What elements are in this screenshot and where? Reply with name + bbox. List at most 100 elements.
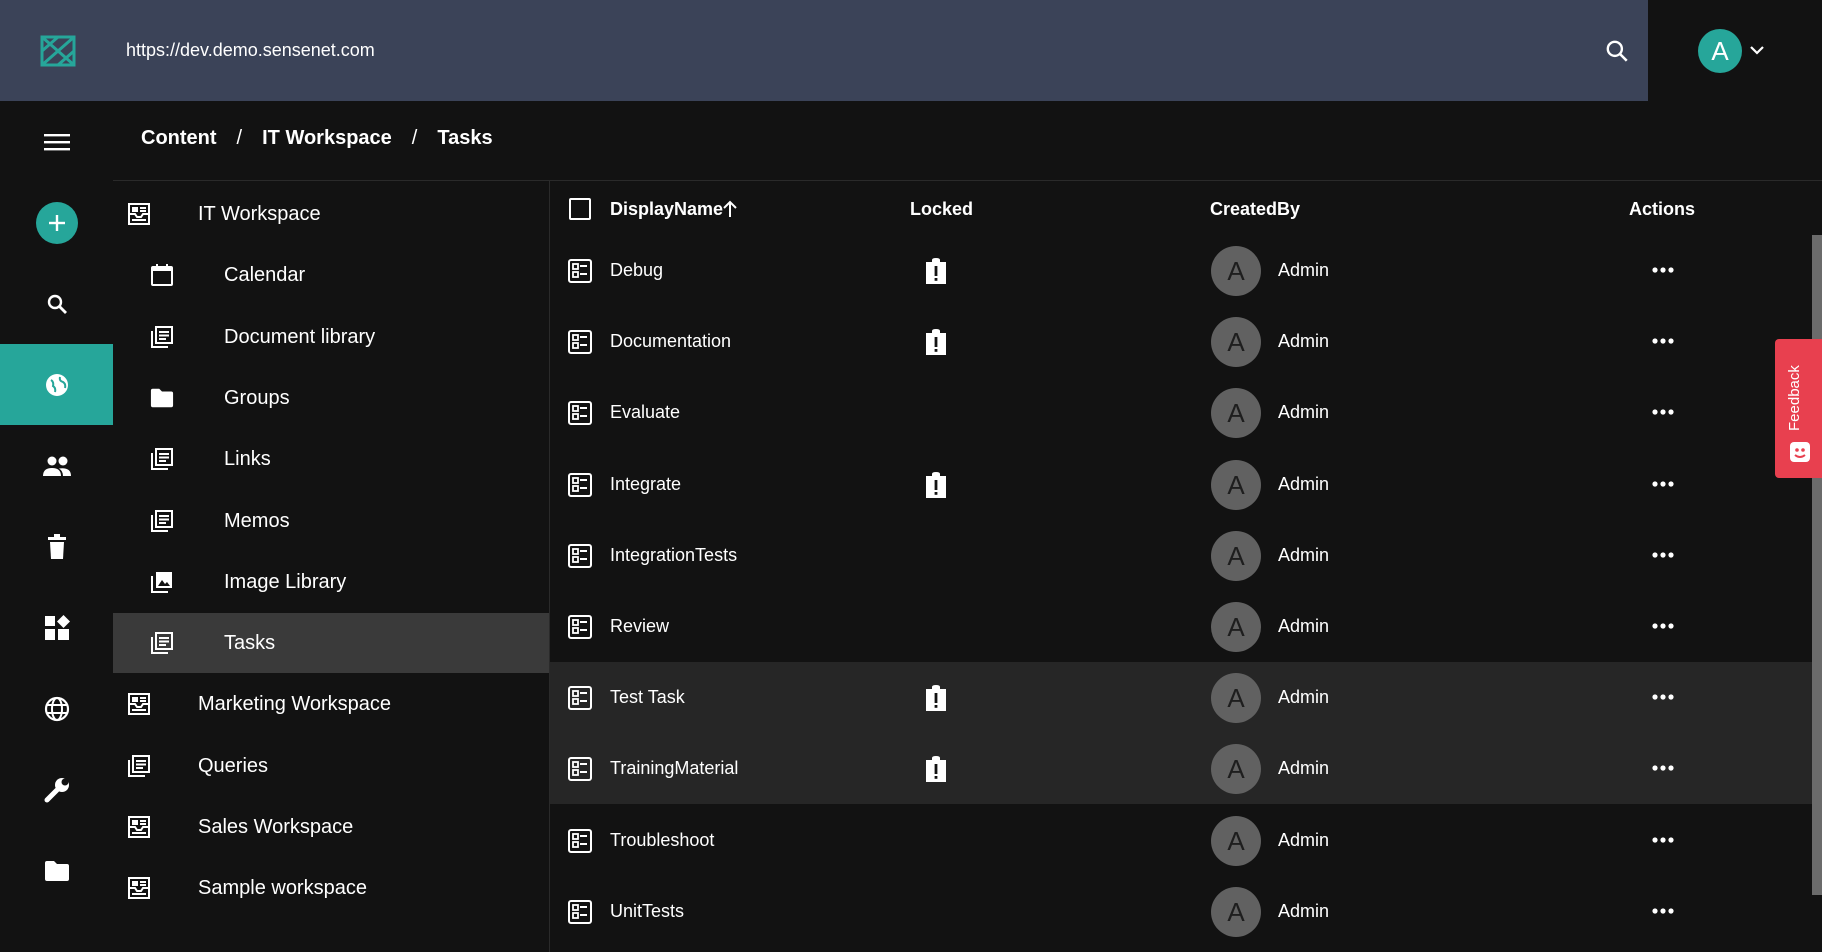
column-actions: Actions <box>1629 199 1696 219</box>
breadcrumb-item-tasks[interactable]: Tasks <box>437 127 492 150</box>
menu-icon <box>43 133 70 150</box>
column-displayname[interactable]: DisplayName <box>610 199 723 220</box>
tree-item-label: Sales Workspace <box>198 816 354 838</box>
tree-item-label: Links <box>224 448 271 471</box>
table-row[interactable]: TrainingMaterial A Admin <box>550 733 1812 805</box>
trash-nav-button[interactable] <box>0 506 113 587</box>
wrench-icon <box>44 777 69 802</box>
table-row[interactable]: Integrate A Admin <box>550 449 1812 520</box>
user-avatar[interactable]: A <box>1698 29 1742 73</box>
add-button[interactable] <box>0 182 113 263</box>
tree-item[interactable]: IT Workspace <box>113 184 549 244</box>
users-icon <box>42 456 71 476</box>
column-locked[interactable]: Locked <box>910 199 973 220</box>
column-createdby[interactable]: CreatedBy <box>1210 199 1300 220</box>
more-actions-icon[interactable] <box>1650 331 1676 351</box>
creator-avatar: A <box>1211 317 1261 368</box>
row-display-name[interactable]: Review <box>610 616 669 637</box>
row-display-name[interactable]: IntegrationTests <box>610 545 737 566</box>
list-icon <box>125 752 153 780</box>
feedback-icon <box>1790 442 1810 462</box>
globe-icon <box>45 373 68 396</box>
row-display-name[interactable]: Debug <box>610 260 663 281</box>
tree-item[interactable]: Document library <box>113 307 549 367</box>
tree-item[interactable]: Memos <box>113 491 549 551</box>
tree-item[interactable]: Sample workspace <box>113 858 549 918</box>
locked-icon <box>923 257 949 285</box>
more-actions-icon[interactable] <box>1650 616 1676 636</box>
tree-item[interactable]: Groups <box>113 368 549 428</box>
more-actions-icon[interactable] <box>1650 260 1676 280</box>
scrollbar[interactable] <box>1812 235 1822 895</box>
workspace-icon <box>125 690 153 718</box>
users-nav-button[interactable] <box>0 425 113 506</box>
row-created-by: Admin <box>1278 900 1330 921</box>
breadcrumb: Content / IT Workspace / Tasks <box>141 127 493 150</box>
tree-item[interactable]: Links <box>113 429 549 489</box>
tree-item[interactable]: Marketing Workspace <box>113 674 549 734</box>
table-row[interactable]: Documentation A Admin <box>550 306 1812 377</box>
tree-item[interactable]: Queries <box>113 736 549 796</box>
files-nav-button[interactable] <box>0 830 113 911</box>
locked-icon <box>923 684 949 712</box>
menu-button[interactable] <box>0 101 113 182</box>
row-display-name[interactable]: Evaluate <box>610 402 680 423</box>
workspace-icon <box>125 874 153 902</box>
site-url[interactable]: https://dev.demo.sensenet.com <box>126 40 375 61</box>
row-display-name[interactable]: UnitTests <box>610 901 684 922</box>
search-icon[interactable] <box>1604 38 1630 64</box>
list-icon <box>148 507 176 535</box>
tree-item[interactable]: Sales Workspace <box>113 797 549 857</box>
table-row[interactable]: Test Task A Admin <box>550 662 1812 734</box>
more-actions-icon[interactable] <box>1650 545 1676 565</box>
setup-nav-button[interactable] <box>0 749 113 830</box>
row-display-name[interactable]: Integrate <box>610 474 681 495</box>
select-all-checkbox[interactable] <box>569 198 591 220</box>
more-actions-icon[interactable] <box>1650 402 1676 422</box>
chevron-down-icon[interactable] <box>1748 43 1766 57</box>
localization-nav-button[interactable] <box>0 668 113 749</box>
table-row[interactable]: Review A Admin <box>550 591 1812 662</box>
folder-icon <box>44 860 69 881</box>
dashboard-nav-button[interactable] <box>0 587 113 668</box>
tree-item-label: Memos <box>224 509 290 532</box>
tree-item[interactable]: Calendar <box>113 245 549 305</box>
table-row[interactable]: UnitTests A Admin <box>550 876 1812 947</box>
creator-avatar: A <box>1211 530 1261 581</box>
task-icon <box>567 614 593 640</box>
table-row[interactable]: Troubleshoot A Admin <box>550 805 1812 876</box>
more-actions-icon[interactable] <box>1650 758 1676 778</box>
tree-item[interactable]: Tasks <box>113 613 549 674</box>
tree-item[interactable]: Image Library <box>113 552 549 612</box>
row-display-name[interactable]: Troubleshoot <box>610 830 714 851</box>
creator-avatar: A <box>1211 246 1261 296</box>
list-icon <box>148 323 176 351</box>
tree-item-label: Tasks <box>224 632 276 655</box>
row-display-name[interactable]: Test Task <box>610 687 685 708</box>
search-nav-button[interactable] <box>0 263 113 344</box>
table-row[interactable]: Evaluate A Admin <box>550 377 1812 448</box>
more-actions-icon[interactable] <box>1650 830 1676 850</box>
more-actions-icon[interactable] <box>1650 687 1676 707</box>
content-nav-button[interactable] <box>0 344 113 425</box>
more-actions-icon[interactable] <box>1650 901 1676 921</box>
row-display-name[interactable]: TrainingMaterial <box>610 758 738 779</box>
task-icon <box>567 828 593 854</box>
more-actions-icon[interactable] <box>1650 474 1676 494</box>
table-row[interactable]: IntegrationTests A Admin <box>550 520 1812 591</box>
table-row[interactable]: Debug A Admin <box>550 235 1812 306</box>
breadcrumb-item-content[interactable]: Content <box>141 127 217 150</box>
row-created-by: Admin <box>1278 687 1330 708</box>
user-menu: A <box>1648 0 1822 101</box>
row-display-name[interactable]: Documentation <box>610 331 731 352</box>
row-created-by: Admin <box>1278 402 1330 423</box>
row-created-by: Admin <box>1278 473 1330 494</box>
workspace-icon <box>125 200 153 228</box>
sensenet-logo-icon[interactable] <box>36 29 80 73</box>
tree-item-label: Groups <box>224 386 290 409</box>
feedback-button[interactable]: Feedback <box>1775 339 1822 478</box>
sort-ascending-icon[interactable] <box>722 200 738 218</box>
breadcrumb-item-it-workspace[interactable]: IT Workspace <box>262 127 392 150</box>
left-navigation <box>0 101 113 952</box>
add-icon <box>35 201 78 244</box>
